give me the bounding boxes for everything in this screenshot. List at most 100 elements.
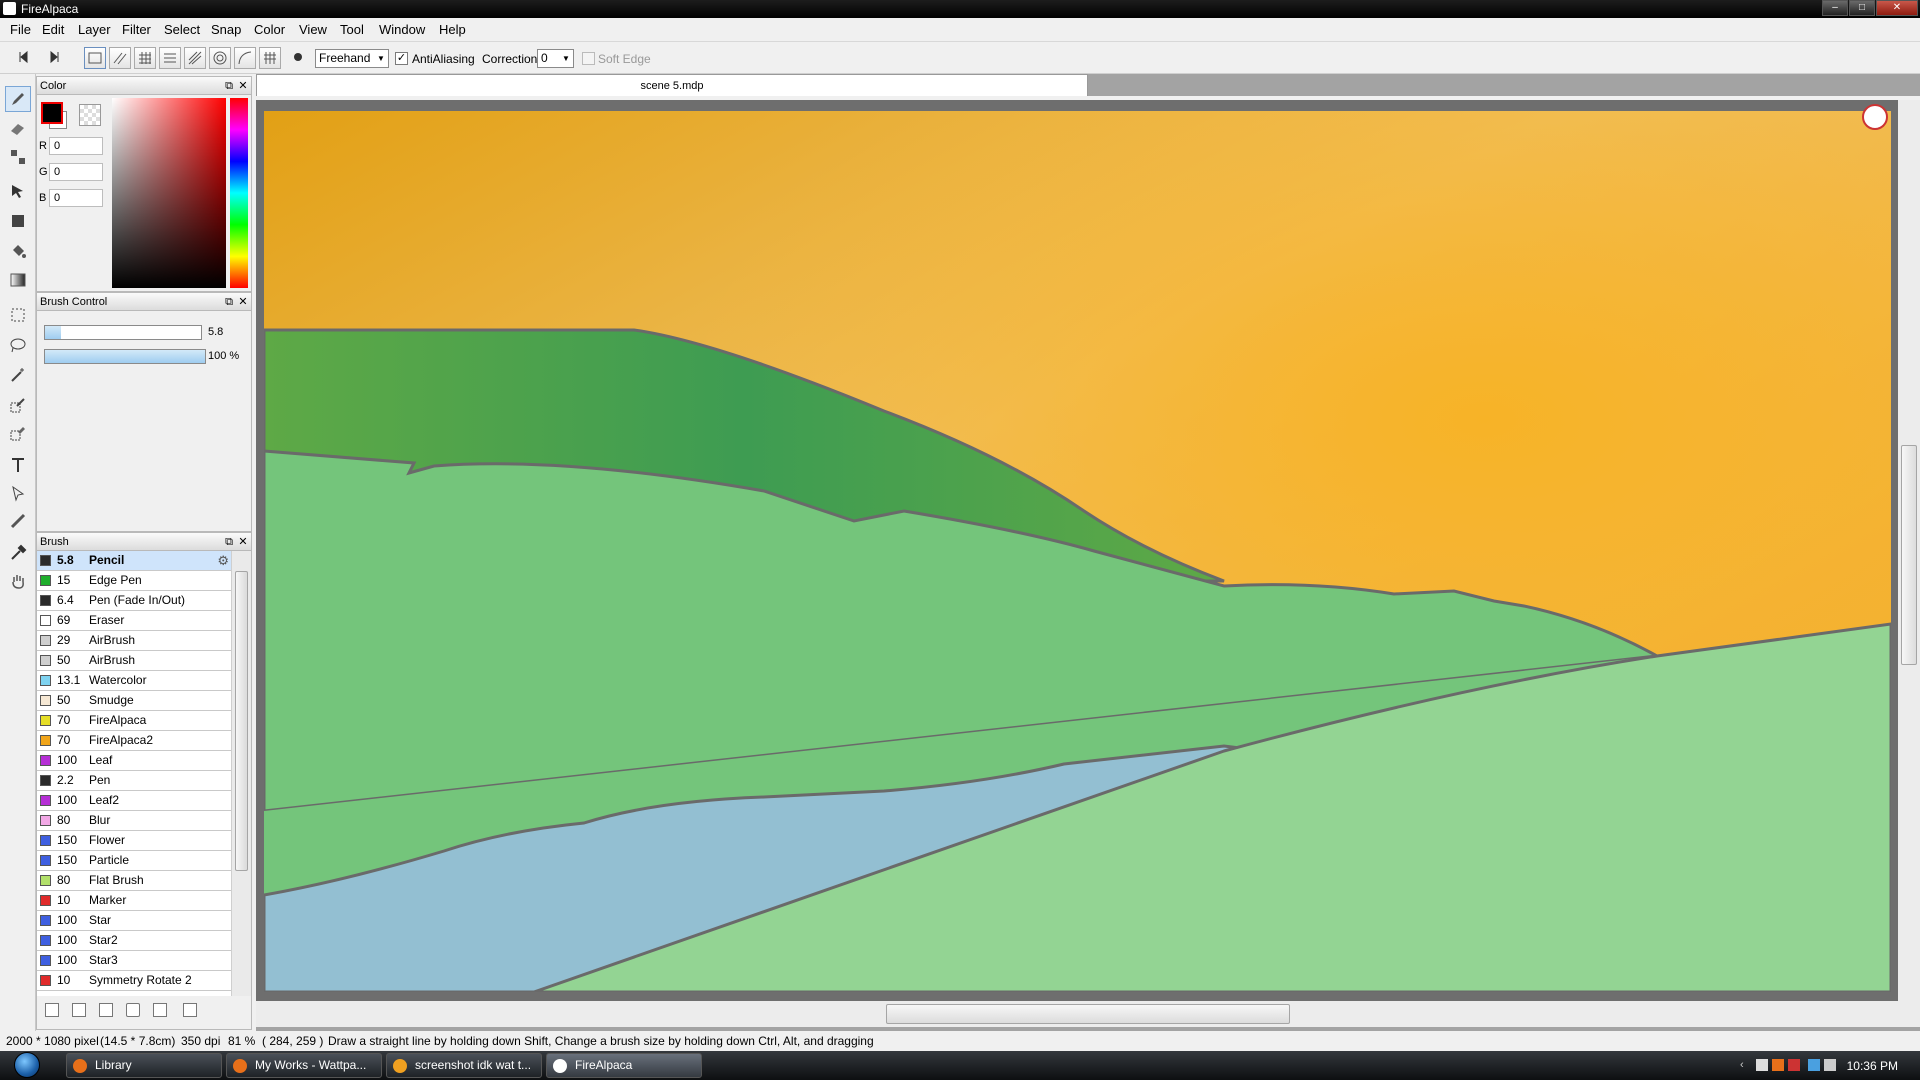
primary-color-swatch[interactable] [41, 102, 63, 124]
drawing-canvas[interactable] [264, 111, 1891, 992]
trash-icon[interactable] [183, 1003, 197, 1017]
brush-item[interactable]: 69 Eraser [37, 611, 231, 631]
brush-item[interactable]: 2.2 Pen [37, 771, 231, 791]
brush-item[interactable]: 80 Flat Brush [37, 871, 231, 891]
brush-opacity-slider[interactable] [44, 349, 206, 364]
brush-item[interactable]: 50 AirBrush [37, 651, 231, 671]
snap-circle-icon[interactable] [209, 47, 231, 69]
brush-item[interactable]: 70 FireAlpaca2 [37, 731, 231, 751]
divide-tool-icon[interactable] [5, 508, 31, 534]
transparent-color-swatch[interactable] [79, 104, 101, 126]
eyedropper-tool-icon[interactable] [5, 540, 31, 566]
tray-app-icon[interactable] [1772, 1059, 1784, 1071]
snap-curve-icon[interactable] [234, 47, 256, 69]
menu-color[interactable]: Color [252, 22, 287, 37]
brush-item[interactable]: 6.4 Pen (Fade In/Out) [37, 591, 231, 611]
brush-dot-icon[interactable] [288, 47, 310, 69]
brush-item[interactable]: 50 Smudge [37, 691, 231, 711]
bucket-tool-icon[interactable] [5, 238, 31, 264]
menu-layer[interactable]: Layer [76, 22, 113, 37]
start-button[interactable] [8, 1051, 48, 1080]
menu-file[interactable]: File [8, 22, 33, 37]
tray-expand-icon[interactable]: ‹ [1740, 1059, 1752, 1071]
snap-settings-icon[interactable] [259, 47, 281, 69]
volume-icon[interactable] [1824, 1059, 1836, 1071]
transform-tool-icon[interactable] [5, 144, 31, 170]
menu-tool[interactable]: Tool [338, 22, 366, 37]
brush-list-scrollbar[interactable] [231, 551, 251, 996]
eraser-tool-icon[interactable] [5, 115, 31, 141]
draw-mode-select[interactable]: Freehand ▼ [315, 49, 389, 68]
lasso-tool-icon[interactable] [5, 332, 31, 358]
task-screenshot[interactable]: screenshot idk wat t... [386, 1053, 542, 1078]
move-tool-icon[interactable] [5, 178, 31, 204]
scrollbar-thumb[interactable] [1901, 445, 1917, 665]
snap-lines-icon[interactable] [159, 47, 181, 69]
operation-tool-icon[interactable] [5, 480, 31, 506]
brush-item[interactable]: 10 Marker [37, 891, 231, 911]
add-brush-icon[interactable] [45, 1003, 59, 1017]
select-tool-icon[interactable] [5, 302, 31, 328]
select-eraser-tool-icon[interactable] [5, 420, 31, 446]
text-tool-icon[interactable] [5, 452, 31, 478]
float-panel-icon[interactable]: ⧉ [223, 533, 235, 551]
gradient-tool-icon[interactable] [5, 267, 31, 293]
brush-item[interactable]: 10 Symmetry Rotate 2 [37, 971, 231, 991]
canvas-horizontal-scrollbar[interactable] [256, 1001, 1920, 1027]
minimize-button[interactable]: – [1822, 0, 1848, 16]
snap-off-button[interactable] [84, 47, 106, 69]
r-input[interactable]: 0 [49, 137, 103, 155]
network-icon[interactable] [1808, 1059, 1820, 1071]
scrollbar-thumb[interactable] [886, 1004, 1290, 1024]
menu-view[interactable]: View [297, 22, 329, 37]
menu-window[interactable]: Window [377, 22, 427, 37]
close-button[interactable]: ✕ [1876, 0, 1918, 16]
canvas-vertical-scrollbar[interactable] [1898, 100, 1920, 1001]
brush-item[interactable]: 29 AirBrush [37, 631, 231, 651]
document-tab[interactable]: scene 5.mdp [256, 74, 1088, 96]
previous-icon[interactable] [14, 47, 36, 69]
maximize-button[interactable]: □ [1849, 0, 1875, 16]
clock[interactable]: 10:36 PM [1847, 1059, 1898, 1073]
close-panel-icon[interactable]: ✕ [237, 293, 249, 311]
g-input[interactable]: 0 [49, 163, 103, 181]
task-firealpaca[interactable]: FireAlpaca [546, 1053, 702, 1078]
brush-item[interactable]: 150 Particle [37, 851, 231, 871]
brush-item[interactable]: 100 Star [37, 911, 231, 931]
brush-item[interactable]: 150 Flower [37, 831, 231, 851]
antialiasing-checkbox[interactable]: ✓ [395, 52, 408, 65]
tray-app-icon[interactable] [1756, 1059, 1768, 1071]
select-pen-tool-icon[interactable] [5, 392, 31, 418]
menu-select[interactable]: Select [162, 22, 202, 37]
brush-item[interactable]: 70 FireAlpaca [37, 711, 231, 731]
menu-edit[interactable]: Edit [40, 22, 66, 37]
soft-edge-checkbox[interactable] [582, 52, 595, 65]
gear-icon[interactable]: ⚙ [217, 551, 229, 570]
b-input[interactable]: 0 [49, 189, 103, 207]
brush-item[interactable]: 100 Star2 [37, 931, 231, 951]
brush-item[interactable]: 100 Leaf2 [37, 791, 231, 811]
saturation-value-picker[interactable] [112, 98, 226, 288]
brush-item[interactable]: 80 Blur [37, 811, 231, 831]
correction-select[interactable]: 0 ▼ [537, 49, 574, 68]
close-panel-icon[interactable]: ✕ [237, 533, 249, 551]
brush-item[interactable]: 15 Edge Pen [37, 571, 231, 591]
task-wattpad[interactable]: My Works - Wattpa... [226, 1053, 382, 1078]
hand-tool-icon[interactable] [5, 568, 31, 594]
fill-rectangle-tool-icon[interactable] [5, 208, 31, 234]
brush-item[interactable]: 13.1 Watercolor [37, 671, 231, 691]
tray-app-icon[interactable] [1788, 1059, 1800, 1071]
brush-item[interactable]: 5.8 Pencil ⚙ [37, 551, 231, 571]
magic-wand-tool-icon[interactable] [5, 362, 31, 388]
import-brush-icon[interactable] [99, 1003, 113, 1017]
hue-slider[interactable] [230, 98, 248, 288]
task-library[interactable]: Library [66, 1053, 222, 1078]
folder-icon[interactable] [126, 1003, 140, 1017]
snap-grid-icon[interactable] [134, 47, 156, 69]
scrollbar-thumb[interactable] [235, 571, 248, 871]
copy-brush-icon[interactable] [153, 1003, 167, 1017]
menu-help[interactable]: Help [437, 22, 468, 37]
duplicate-brush-icon[interactable] [72, 1003, 86, 1017]
close-panel-icon[interactable]: ✕ [237, 77, 249, 95]
float-panel-icon[interactable]: ⧉ [223, 77, 235, 95]
